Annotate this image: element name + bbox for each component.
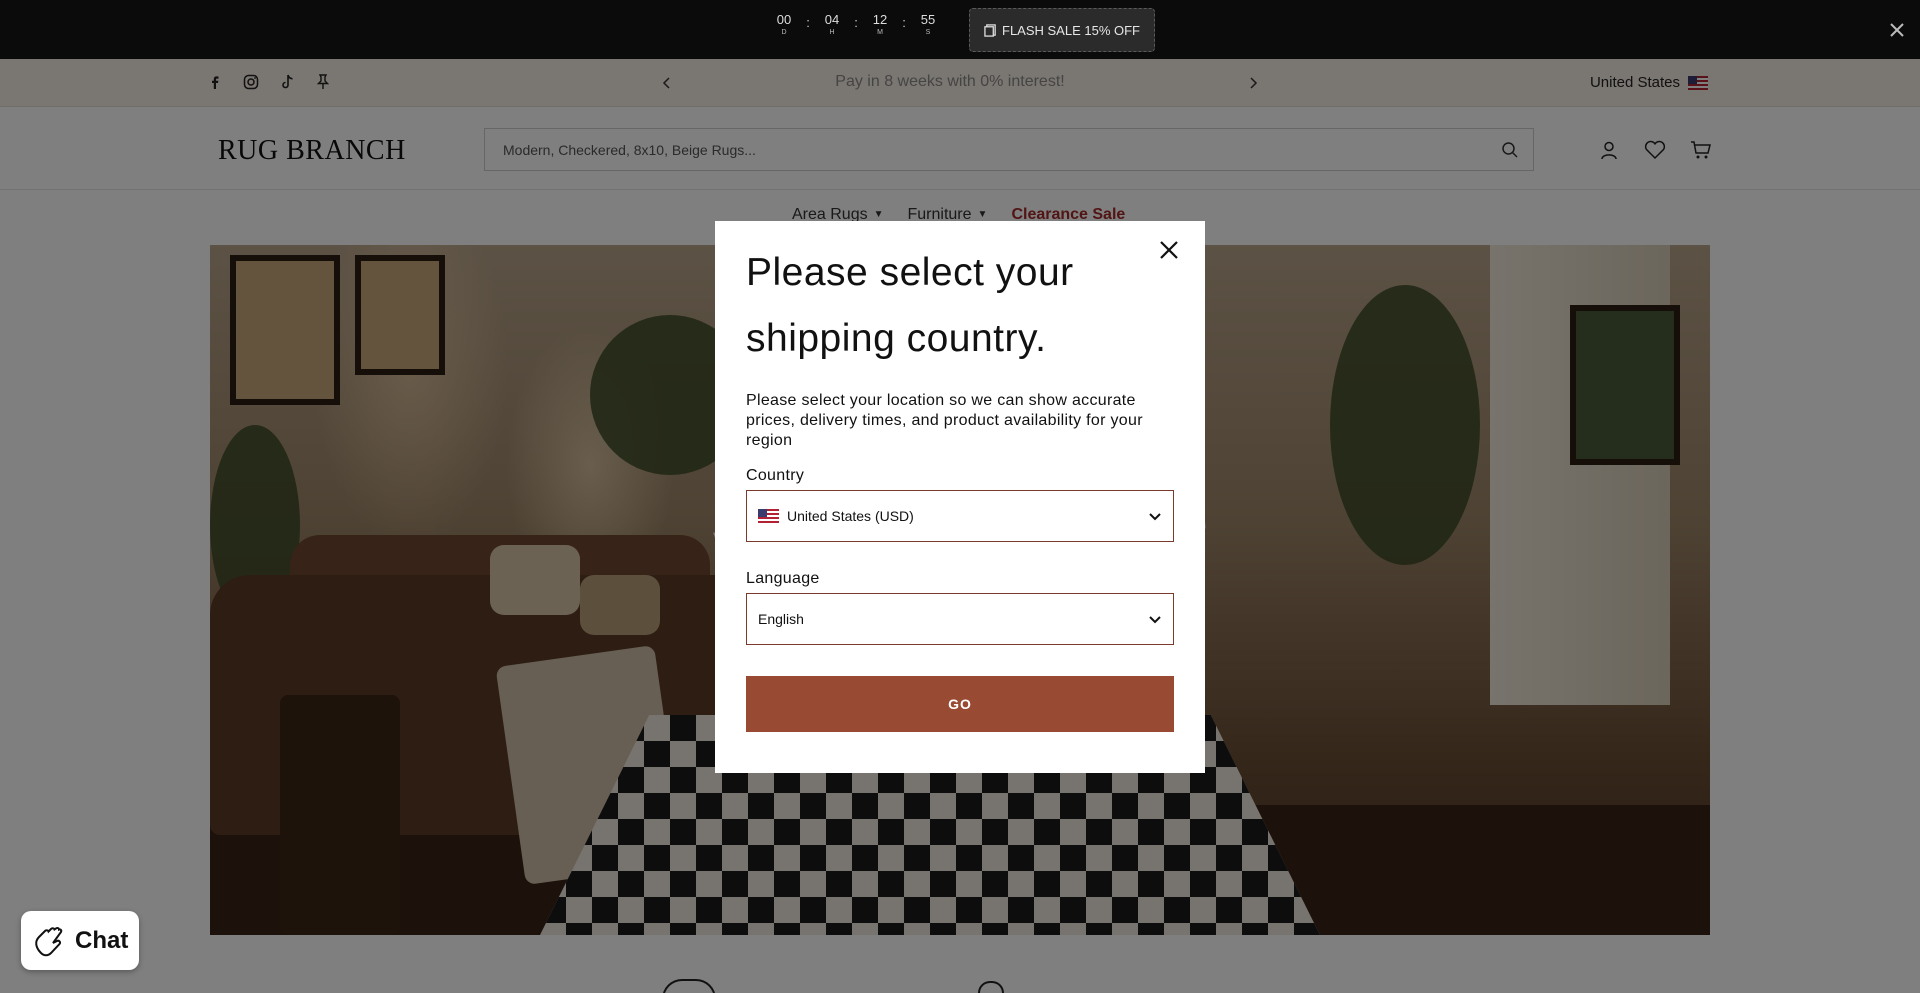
language-select-value: English: [758, 611, 804, 627]
modal-description: Please select your location so we can sh…: [746, 392, 1143, 449]
countdown-minutes: 12 M: [866, 12, 894, 38]
close-icon[interactable]: [1886, 19, 1908, 41]
country-select-value: United States (USD): [787, 508, 914, 524]
countdown-hours: 04 H: [818, 12, 846, 38]
flash-sale-button[interactable]: FLASH SALE 15% OFF: [969, 8, 1155, 52]
countdown-hours-value: 04: [824, 12, 840, 27]
countdown-seconds-value: 55: [920, 12, 936, 27]
close-icon: [1160, 241, 1178, 259]
chevron-down-icon: [1149, 513, 1161, 521]
modal-close-button[interactable]: [1155, 236, 1183, 264]
country-select[interactable]: United States (USD): [746, 490, 1174, 542]
chat-label: Chat: [75, 926, 129, 954]
countdown-timer: 00 D : 04 H : 12 M : 55 S: [770, 12, 942, 38]
chevron-down-icon: [1149, 616, 1161, 624]
shipping-country-modal: Please select your shipping country. Ple…: [715, 221, 1205, 773]
countdown-days-value: 00: [776, 12, 792, 27]
flash-sale-bar: 00 D : 04 H : 12 M : 55 S FLASH SALE 15%…: [0, 0, 1920, 59]
countdown-minutes-value: 12: [872, 12, 888, 27]
countdown-separator: :: [902, 15, 906, 30]
countdown-seconds: 55 S: [914, 12, 942, 38]
countdown-hours-unit: H: [829, 29, 835, 36]
us-flag-icon: [758, 508, 779, 524]
countdown-separator: :: [854, 15, 858, 30]
flash-sale-label: FLASH SALE 15% OFF: [1002, 22, 1140, 38]
countdown-minutes-unit: M: [877, 29, 883, 36]
countdown-days: 00 D: [770, 12, 798, 38]
countdown-days-unit: D: [781, 29, 787, 36]
countdown-seconds-unit: S: [925, 29, 931, 36]
countdown-separator: :: [806, 15, 810, 30]
waving-hand-icon: [35, 926, 63, 956]
modal-title: Please select your shipping country.: [746, 251, 1074, 360]
coupon-icon: [984, 23, 996, 37]
country-label: Country: [746, 467, 805, 484]
language-select[interactable]: English: [746, 593, 1174, 645]
chat-button[interactable]: Chat: [21, 911, 139, 970]
language-label: Language: [746, 570, 820, 587]
go-button[interactable]: GO: [746, 676, 1174, 732]
